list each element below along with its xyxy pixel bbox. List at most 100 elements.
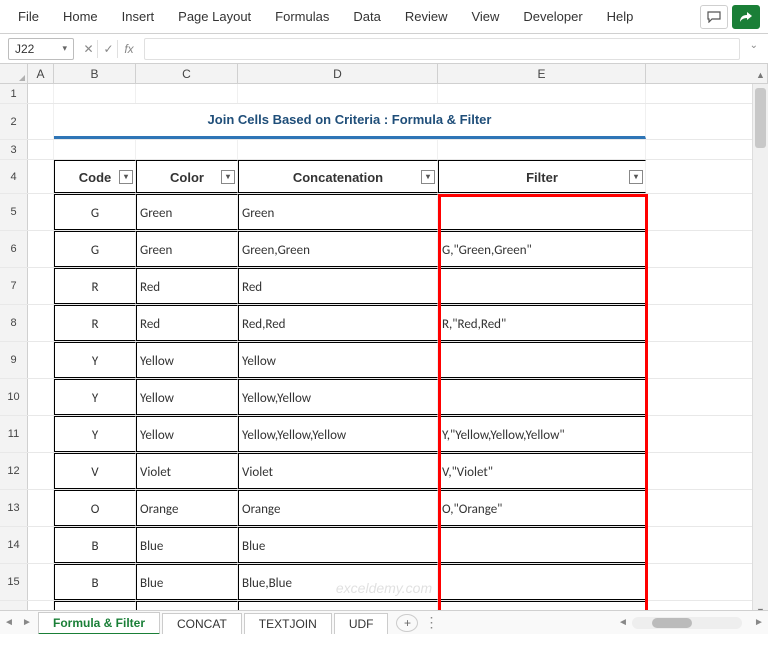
- hscroll-left-icon[interactable]: ◄: [614, 617, 632, 628]
- row-header[interactable]: 11: [0, 416, 28, 452]
- cell-filter[interactable]: O,"Orange": [438, 490, 646, 526]
- select-all-corner[interactable]: [0, 64, 28, 83]
- cell-color[interactable]: Yellow: [136, 342, 238, 378]
- filter-button-code[interactable]: ▾: [119, 170, 133, 184]
- tab-page-layout[interactable]: Page Layout: [168, 3, 261, 30]
- row-header[interactable]: 5: [0, 194, 28, 230]
- expand-formula-icon[interactable]: ⌄: [750, 40, 758, 51]
- sheet-nav-prev[interactable]: ◄: [0, 617, 18, 628]
- cell-code[interactable]: G: [54, 194, 136, 230]
- sheet-tab-udf[interactable]: UDF: [334, 613, 389, 634]
- row-header[interactable]: 4: [0, 160, 28, 193]
- formula-input[interactable]: [144, 38, 740, 60]
- sheet-tab-concat[interactable]: CONCAT: [162, 613, 242, 634]
- cell-color[interactable]: Yellow: [136, 379, 238, 415]
- cell-concat[interactable]: Green,Green: [238, 231, 438, 267]
- hscroll-right-icon[interactable]: ►: [750, 617, 768, 628]
- filter-button-filter[interactable]: ▾: [629, 170, 643, 184]
- cell-filter[interactable]: V,"Violet": [438, 453, 646, 489]
- name-box[interactable]: J22 ▾: [8, 38, 74, 60]
- cell-code[interactable]: R: [54, 268, 136, 304]
- col-header-a[interactable]: A: [28, 64, 54, 83]
- col-header-c[interactable]: C: [136, 64, 238, 83]
- new-sheet-button[interactable]: +: [396, 614, 418, 632]
- row-header[interactable]: 15: [0, 564, 28, 600]
- share-button[interactable]: [732, 5, 760, 29]
- row-header[interactable]: 3: [0, 140, 28, 159]
- cell-concat[interactable]: Green: [238, 194, 438, 230]
- cell-color[interactable]: Green: [136, 194, 238, 230]
- tab-view[interactable]: View: [461, 3, 509, 30]
- header-code[interactable]: Code ▾: [54, 160, 136, 193]
- cell-code[interactable]: Y: [54, 379, 136, 415]
- cell-filter[interactable]: [438, 194, 646, 230]
- tab-file[interactable]: File: [8, 3, 49, 30]
- cell-color[interactable]: Red: [136, 305, 238, 341]
- cell-color[interactable]: Green: [136, 231, 238, 267]
- fx-icon[interactable]: fx: [120, 40, 138, 58]
- sheet-nav-next[interactable]: ►: [18, 617, 36, 628]
- row-header[interactable]: 8: [0, 305, 28, 341]
- tab-insert[interactable]: Insert: [112, 3, 165, 30]
- tab-formulas[interactable]: Formulas: [265, 3, 339, 30]
- cell-concat[interactable]: Yellow,Yellow: [238, 379, 438, 415]
- row-header[interactable]: 7: [0, 268, 28, 304]
- tab-developer[interactable]: Developer: [513, 3, 592, 30]
- row-header[interactable]: 14: [0, 527, 28, 563]
- row-header[interactable]: 2: [0, 104, 28, 139]
- filter-button-concat[interactable]: ▾: [421, 170, 435, 184]
- col-header-d[interactable]: D: [238, 64, 438, 83]
- cell-concat[interactable]: Yellow: [238, 342, 438, 378]
- cell-concat[interactable]: Blue: [238, 527, 438, 563]
- sheet-tab-textjoin[interactable]: TEXTJOIN: [244, 613, 332, 634]
- cell-code[interactable]: Y: [54, 416, 136, 452]
- cell-filter[interactable]: Y,"Yellow,Yellow,Yellow": [438, 416, 646, 452]
- col-header-e[interactable]: E: [438, 64, 646, 83]
- sheet-overflow-icon[interactable]: ⋮: [424, 614, 438, 631]
- row-header[interactable]: 12: [0, 453, 28, 489]
- cancel-formula-icon[interactable]: ✕: [80, 40, 98, 58]
- row-header[interactable]: 6: [0, 231, 28, 267]
- filter-button-color[interactable]: ▾: [221, 170, 235, 184]
- cell-filter[interactable]: [438, 527, 646, 563]
- sheet-tab-formula-filter[interactable]: Formula & Filter: [38, 612, 160, 634]
- cell-concat[interactable]: Orange: [238, 490, 438, 526]
- row-header[interactable]: 9: [0, 342, 28, 378]
- cell-filter[interactable]: [438, 268, 646, 304]
- cell-filter[interactable]: R,"Red,Red": [438, 305, 646, 341]
- header-filter[interactable]: Filter ▾: [438, 160, 646, 193]
- vertical-scrollbar[interactable]: ▲ ▼: [752, 84, 768, 610]
- accept-formula-icon[interactable]: ✓: [100, 40, 118, 58]
- cell-concat[interactable]: Blue,Blue: [238, 564, 438, 600]
- scroll-up-icon[interactable]: ▲: [753, 70, 768, 84]
- cell-concat[interactable]: Violet: [238, 453, 438, 489]
- cell-code[interactable]: G: [54, 231, 136, 267]
- header-concat[interactable]: Concatenation ▾: [238, 160, 438, 193]
- cell-color[interactable]: Blue: [136, 564, 238, 600]
- chevron-down-icon[interactable]: ▾: [62, 43, 67, 54]
- cell-concat[interactable]: Red,Red: [238, 305, 438, 341]
- cell-color[interactable]: Blue: [136, 527, 238, 563]
- cell-code[interactable]: B: [54, 564, 136, 600]
- cell-concat[interactable]: Red: [238, 268, 438, 304]
- cell-color[interactable]: Yellow: [136, 416, 238, 452]
- tab-help[interactable]: Help: [597, 3, 644, 30]
- scrollbar-thumb[interactable]: [755, 88, 766, 148]
- tab-data[interactable]: Data: [343, 3, 390, 30]
- comments-button[interactable]: [700, 5, 728, 29]
- cell-code[interactable]: O: [54, 490, 136, 526]
- cell-filter[interactable]: [438, 342, 646, 378]
- cell-concat[interactable]: Yellow,Yellow,Yellow: [238, 416, 438, 452]
- cell-filter[interactable]: G,"Green,Green": [438, 231, 646, 267]
- cell-code[interactable]: R: [54, 305, 136, 341]
- row-header[interactable]: 13: [0, 490, 28, 526]
- row-header[interactable]: 10: [0, 379, 28, 415]
- cell-code[interactable]: B: [54, 527, 136, 563]
- horizontal-scrollbar[interactable]: [632, 617, 742, 629]
- cell-color[interactable]: Red: [136, 268, 238, 304]
- hscroll-thumb[interactable]: [652, 618, 692, 628]
- header-color[interactable]: Color ▾: [136, 160, 238, 193]
- cell-filter[interactable]: [438, 379, 646, 415]
- cell-code[interactable]: Y: [54, 342, 136, 378]
- tab-review[interactable]: Review: [395, 3, 458, 30]
